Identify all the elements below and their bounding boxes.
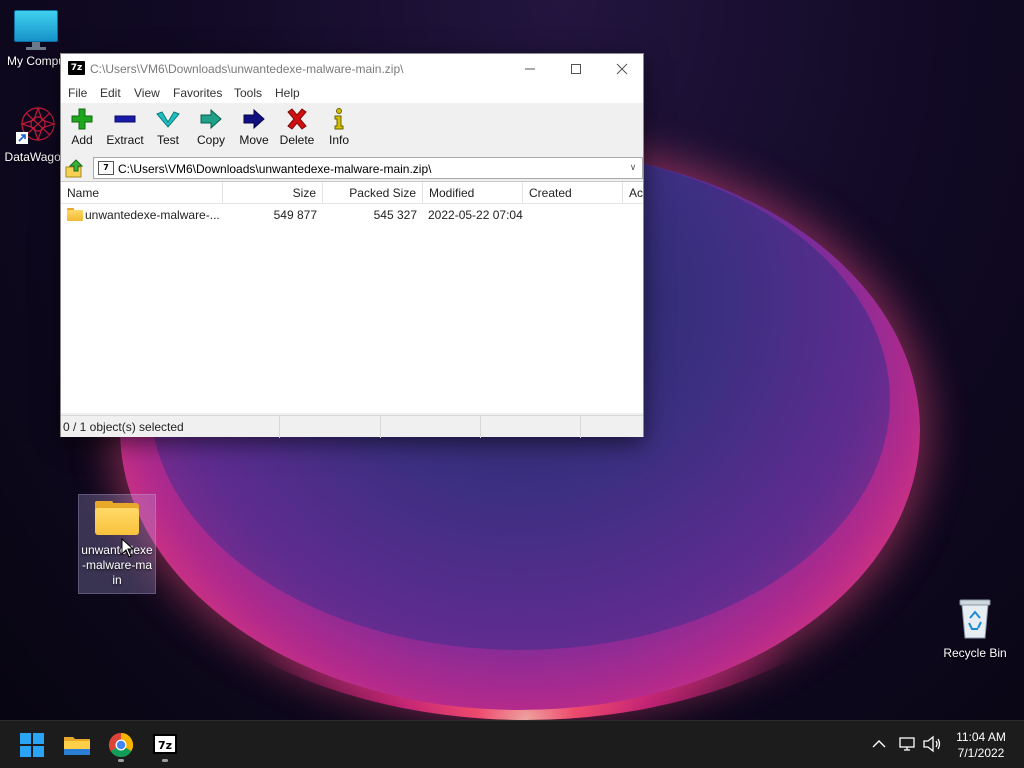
folder-icon xyxy=(95,501,139,535)
title-bar[interactable]: 7z C:\Users\VM6\Downloads\unwantedexe-ma… xyxy=(61,54,643,83)
7zip-window[interactable]: 7z C:\Users\VM6\Downloads\unwantedexe-ma… xyxy=(60,53,644,438)
desktop-icon-label: unwantedexe-malware-main xyxy=(81,543,153,587)
move-button[interactable]: Move xyxy=(238,108,270,152)
check-icon xyxy=(156,111,180,128)
chevron-up-icon[interactable] xyxy=(872,739,886,749)
add-label: Add xyxy=(71,133,93,147)
info-icon xyxy=(334,108,344,130)
extract-button[interactable]: Extract xyxy=(105,108,145,152)
copy-label: Copy xyxy=(196,133,225,147)
datawagon-icon xyxy=(14,104,58,148)
test-button[interactable]: Test xyxy=(155,108,181,152)
taskbar-clock[interactable]: 11:04 AM 7/1/2022 xyxy=(950,729,1012,761)
column-accessed[interactable]: Ac xyxy=(623,182,643,204)
move-arrow-icon xyxy=(243,108,265,130)
chrome-icon xyxy=(108,733,134,758)
volume-icon[interactable] xyxy=(922,735,942,753)
menu-help[interactable]: Help xyxy=(275,86,300,100)
x-icon xyxy=(287,108,307,130)
status-bar: 0 / 1 object(s) selected xyxy=(61,415,643,438)
menu-view[interactable]: View xyxy=(134,86,160,100)
minimize-icon xyxy=(525,68,535,69)
menu-edit[interactable]: Edit xyxy=(100,86,121,100)
folder-icon xyxy=(64,737,90,755)
maximize-button[interactable] xyxy=(553,54,599,83)
menu-file[interactable]: File xyxy=(68,86,87,100)
column-modified[interactable]: Modified xyxy=(423,182,523,204)
column-created[interactable]: Created xyxy=(523,182,623,204)
delete-label: Delete xyxy=(279,133,315,147)
status-selected: 0 / 1 object(s) selected xyxy=(61,416,280,438)
row-modified: 2022-05-22 07:04 xyxy=(428,208,523,222)
row-name: unwantedexe-malware-... xyxy=(85,208,220,222)
windows-icon xyxy=(20,733,44,757)
window-title: C:\Users\VM6\Downloads\unwantedexe-malwa… xyxy=(90,62,404,76)
maximize-icon xyxy=(571,63,581,74)
extract-label: Extract xyxy=(106,133,144,147)
table-row[interactable]: unwantedexe-malware-... 549 877 545 327 … xyxy=(61,205,643,225)
info-button[interactable]: Info xyxy=(327,108,351,152)
column-packed-size[interactable]: Packed Size xyxy=(323,182,423,204)
clock-time: 11:04 AM xyxy=(956,730,1006,744)
mouse-cursor-icon xyxy=(121,538,135,558)
taskbar-file-explorer[interactable] xyxy=(61,729,93,761)
column-name[interactable]: Name xyxy=(61,182,223,204)
zip-archive-icon: 7 xyxy=(98,161,114,175)
desktop-icon-label: Recycle Bin xyxy=(943,646,1007,660)
delete-button[interactable]: Delete xyxy=(279,108,315,152)
close-button[interactable] xyxy=(599,54,645,83)
desktop-icon-recycle-bin[interactable]: Recycle Bin xyxy=(935,596,1015,661)
menu-bar: File Edit View Favorites Tools Help xyxy=(61,83,643,103)
up-folder-icon[interactable] xyxy=(65,158,85,178)
status-cell-packed xyxy=(381,416,481,438)
network-icon[interactable] xyxy=(898,735,916,753)
toolbar: Add Extract Test Copy Move Delete Info xyxy=(61,104,643,154)
running-indicator xyxy=(162,759,168,762)
file-list[interactable]: Name Size Packed Size Modified Created A… xyxy=(61,181,643,413)
address-combo[interactable]: 7 C:\Users\VM6\Downloads\unwantedexe-mal… xyxy=(93,157,643,179)
desktop-icon-folder[interactable]: unwantedexe-malware-main xyxy=(78,494,156,594)
start-button[interactable] xyxy=(16,729,48,761)
address-path: C:\Users\VM6\Downloads\unwantedexe-malwa… xyxy=(118,162,432,176)
list-header: Name Size Packed Size Modified Created A… xyxy=(61,182,643,204)
plus-icon xyxy=(71,108,93,130)
menu-tools[interactable]: Tools xyxy=(234,86,262,100)
address-bar: 7 C:\Users\VM6\Downloads\unwantedexe-mal… xyxy=(61,156,643,180)
folder-icon xyxy=(67,208,83,221)
row-size: 549 877 xyxy=(273,208,317,222)
close-icon xyxy=(616,63,628,74)
minus-icon xyxy=(114,115,136,123)
add-button[interactable]: Add xyxy=(67,108,97,152)
row-created xyxy=(529,205,619,225)
taskbar-chrome[interactable] xyxy=(105,729,137,762)
info-label: Info xyxy=(328,133,349,147)
status-cell-modified xyxy=(481,416,581,438)
taskbar: 7z 11:04 AM 7/1/2022 xyxy=(0,720,1024,768)
move-label: Move xyxy=(239,133,269,147)
status-cell-size xyxy=(280,416,381,438)
running-indicator xyxy=(118,759,124,762)
7zip-icon: 7z xyxy=(153,734,177,754)
row-packed-size: 545 327 xyxy=(373,208,417,222)
copy-arrow-icon xyxy=(200,108,222,130)
copy-button[interactable]: Copy xyxy=(195,108,227,152)
recycle-bin-icon xyxy=(957,596,993,640)
minimize-button[interactable] xyxy=(507,54,553,83)
taskbar-7zip[interactable]: 7z xyxy=(149,729,181,762)
menu-favorites[interactable]: Favorites xyxy=(173,86,222,100)
7zip-app-icon: 7z xyxy=(68,61,85,75)
column-size[interactable]: Size xyxy=(223,182,323,204)
monitor-icon xyxy=(14,10,58,50)
chevron-down-icon[interactable]: ∨ xyxy=(626,159,640,177)
test-label: Test xyxy=(156,133,179,147)
clock-date: 7/1/2022 xyxy=(957,746,1005,760)
